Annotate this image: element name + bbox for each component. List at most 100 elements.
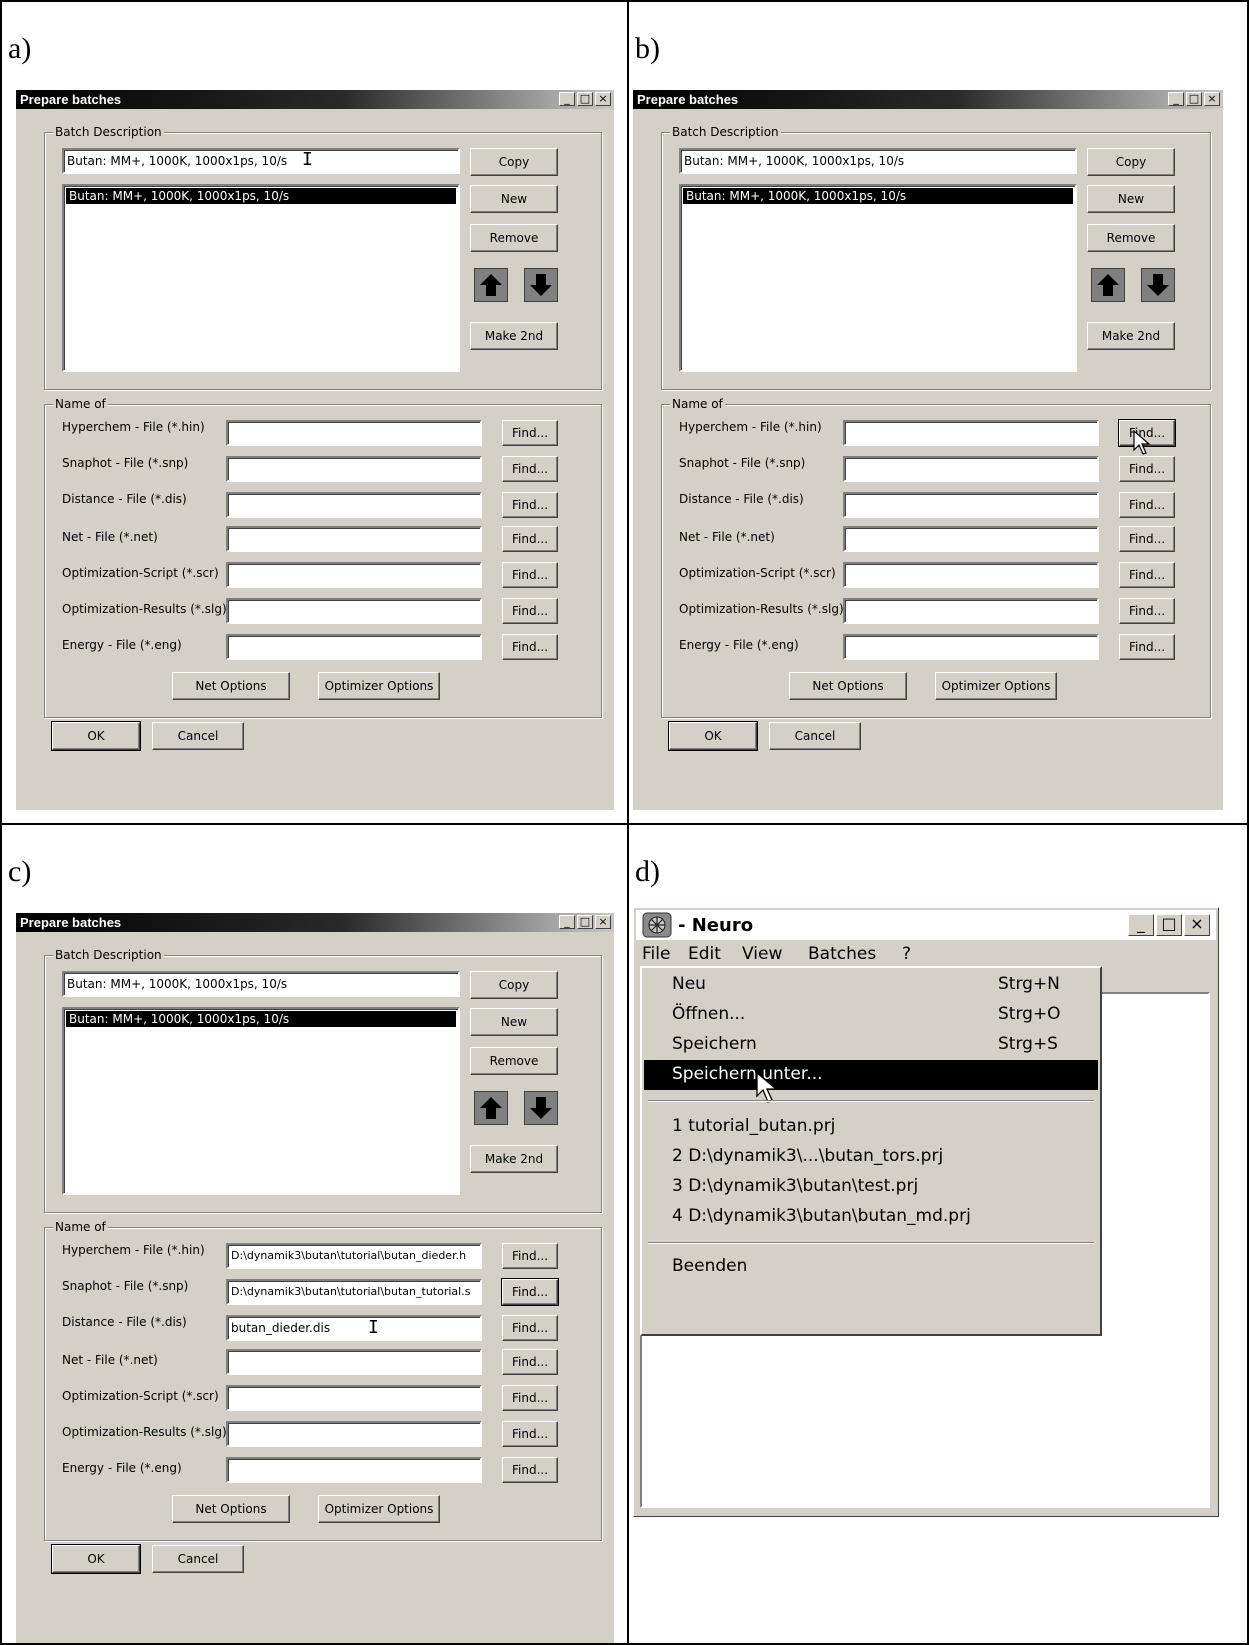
menu-item-speichern[interactable]: Speichern — [672, 1034, 757, 1054]
menu-item-neu[interactable]: Neu — [672, 974, 706, 994]
maximize-icon[interactable]: □ — [1156, 914, 1182, 936]
net-options-button[interactable]: Net Options — [172, 672, 290, 700]
optimizer-options-button[interactable]: Optimizer Options — [935, 672, 1057, 700]
find-script-button[interactable]: Find... — [502, 1385, 558, 1411]
minimize-icon[interactable]: _ — [1168, 92, 1184, 106]
move-up-button[interactable] — [474, 1091, 508, 1125]
make-2nd-button[interactable]: Make 2nd — [470, 322, 558, 350]
list-item-selected[interactable]: Butan: MM+, 1000K, 1000x1ps, 10/s — [66, 188, 456, 204]
recent-file-3[interactable]: 3 D:\dynamik3\butan\test.prj — [672, 1176, 918, 1196]
find-snapshot-button[interactable]: Find... — [502, 456, 558, 482]
minimize-icon[interactable]: _ — [559, 915, 575, 929]
recent-file-4[interactable]: 4 D:\dynamik3\butan\butan_md.prj — [672, 1206, 971, 1226]
find-script-button[interactable]: Find... — [1119, 562, 1175, 588]
menu-item-beenden[interactable]: Beenden — [672, 1256, 747, 1276]
snapshot-file-input[interactable] — [226, 456, 482, 482]
find-energy-button[interactable]: Find... — [502, 634, 558, 660]
remove-button[interactable]: Remove — [1087, 224, 1175, 252]
move-up-button[interactable] — [1091, 268, 1125, 302]
recent-file-2[interactable]: 2 D:\dynamik3\...\butan_tors.prj — [672, 1146, 943, 1166]
batch-list[interactable]: Butan: MM+, 1000K, 1000x1ps, 10/s — [679, 184, 1077, 372]
new-button[interactable]: New — [1087, 185, 1175, 213]
find-results-button[interactable]: Find... — [502, 598, 558, 624]
close-icon[interactable]: × — [1184, 914, 1210, 936]
optimization-results-input[interactable] — [843, 598, 1099, 624]
optimizer-options-button[interactable]: Optimizer Options — [318, 672, 440, 700]
close-icon[interactable]: × — [595, 915, 611, 929]
optimization-script-input[interactable] — [226, 562, 482, 588]
menu-help[interactable]: ? — [902, 944, 911, 964]
make-2nd-button[interactable]: Make 2nd — [470, 1145, 558, 1173]
find-net-button[interactable]: Find... — [502, 1349, 558, 1375]
batch-description-input[interactable]: Butan: MM+, 1000K, 1000x1ps, 10/s — [679, 148, 1077, 174]
new-button[interactable]: New — [470, 1008, 558, 1036]
find-energy-button[interactable]: Find... — [502, 1457, 558, 1483]
remove-button[interactable]: Remove — [470, 224, 558, 252]
list-item-selected[interactable]: Butan: MM+, 1000K, 1000x1ps, 10/s — [683, 188, 1073, 204]
move-up-button[interactable] — [474, 268, 508, 302]
find-distance-button[interactable]: Find... — [502, 1315, 558, 1341]
maximize-icon[interactable]: □ — [1186, 92, 1202, 106]
list-item-selected[interactable]: Butan: MM+, 1000K, 1000x1ps, 10/s — [66, 1011, 456, 1027]
net-file-input[interactable] — [226, 1349, 482, 1375]
menu-item-speichern-unter[interactable]: Speichern unter... — [672, 1064, 823, 1084]
find-results-button[interactable]: Find... — [502, 1421, 558, 1447]
optimizer-options-button[interactable]: Optimizer Options — [318, 1495, 440, 1523]
find-net-button[interactable]: Find... — [1119, 526, 1175, 552]
move-down-button[interactable] — [524, 268, 558, 302]
optimization-results-input[interactable] — [226, 1421, 482, 1447]
find-snapshot-button[interactable]: Find... — [501, 1278, 559, 1306]
net-options-button[interactable]: Net Options — [172, 1495, 290, 1523]
snapshot-file-input[interactable]: D:\dynamik3\butan\tutorial\butan_tutoria… — [226, 1279, 482, 1305]
hyperchem-file-input[interactable] — [843, 420, 1099, 446]
distance-file-input[interactable] — [843, 492, 1099, 518]
cancel-button[interactable]: Cancel — [769, 722, 861, 750]
ok-button[interactable]: OK — [668, 721, 758, 751]
find-hyperchem-button[interactable]: Find... — [502, 420, 558, 446]
new-button[interactable]: New — [470, 185, 558, 213]
make-2nd-button[interactable]: Make 2nd — [1087, 322, 1175, 350]
optimization-results-input[interactable] — [226, 598, 482, 624]
maximize-icon[interactable]: □ — [577, 92, 593, 106]
batch-description-input[interactable]: Butan: MM+, 1000K, 1000x1ps, 10/s — [62, 148, 460, 174]
energy-file-input[interactable] — [843, 634, 1099, 660]
ok-button[interactable]: OK — [51, 721, 141, 751]
cancel-button[interactable]: Cancel — [152, 722, 244, 750]
menu-edit[interactable]: Edit — [688, 944, 721, 964]
distance-file-input[interactable] — [226, 492, 482, 518]
maximize-icon[interactable]: □ — [577, 915, 593, 929]
net-file-input[interactable] — [843, 526, 1099, 552]
net-options-button[interactable]: Net Options — [789, 672, 907, 700]
hyperchem-file-input[interactable] — [226, 420, 482, 446]
find-energy-button[interactable]: Find... — [1119, 634, 1175, 660]
distance-file-input[interactable]: butan_dieder.dis — [226, 1315, 482, 1341]
menu-item-oeffnen[interactable]: Öffnen... — [672, 1004, 745, 1024]
optimization-script-input[interactable] — [226, 1385, 482, 1411]
recent-file-1[interactable]: 1 tutorial_butan.prj — [672, 1116, 835, 1136]
copy-button[interactable]: Copy — [470, 971, 558, 999]
minimize-icon[interactable]: _ — [559, 92, 575, 106]
close-icon[interactable]: × — [1204, 92, 1220, 106]
find-hyperchem-button[interactable]: Find... — [502, 1243, 558, 1269]
menu-view[interactable]: View — [742, 944, 782, 964]
batch-list[interactable]: Butan: MM+, 1000K, 1000x1ps, 10/s — [62, 1007, 460, 1195]
batch-description-input[interactable]: Butan: MM+, 1000K, 1000x1ps, 10/s — [62, 971, 460, 997]
ok-button[interactable]: OK — [51, 1544, 141, 1574]
copy-button[interactable]: Copy — [470, 148, 558, 176]
menu-file[interactable]: File — [642, 944, 670, 964]
snapshot-file-input[interactable] — [843, 456, 1099, 482]
remove-button[interactable]: Remove — [470, 1047, 558, 1075]
energy-file-input[interactable] — [226, 1457, 482, 1483]
find-snapshot-button[interactable]: Find... — [1119, 456, 1175, 482]
move-down-button[interactable] — [524, 1091, 558, 1125]
find-distance-button[interactable]: Find... — [502, 492, 558, 518]
find-distance-button[interactable]: Find... — [1119, 492, 1175, 518]
find-net-button[interactable]: Find... — [502, 526, 558, 552]
move-down-button[interactable] — [1141, 268, 1175, 302]
menu-batches[interactable]: Batches — [808, 944, 876, 964]
optimization-script-input[interactable] — [843, 562, 1099, 588]
net-file-input[interactable] — [226, 526, 482, 552]
minimize-icon[interactable]: _ — [1128, 914, 1154, 936]
copy-button[interactable]: Copy — [1087, 148, 1175, 176]
cancel-button[interactable]: Cancel — [152, 1545, 244, 1573]
